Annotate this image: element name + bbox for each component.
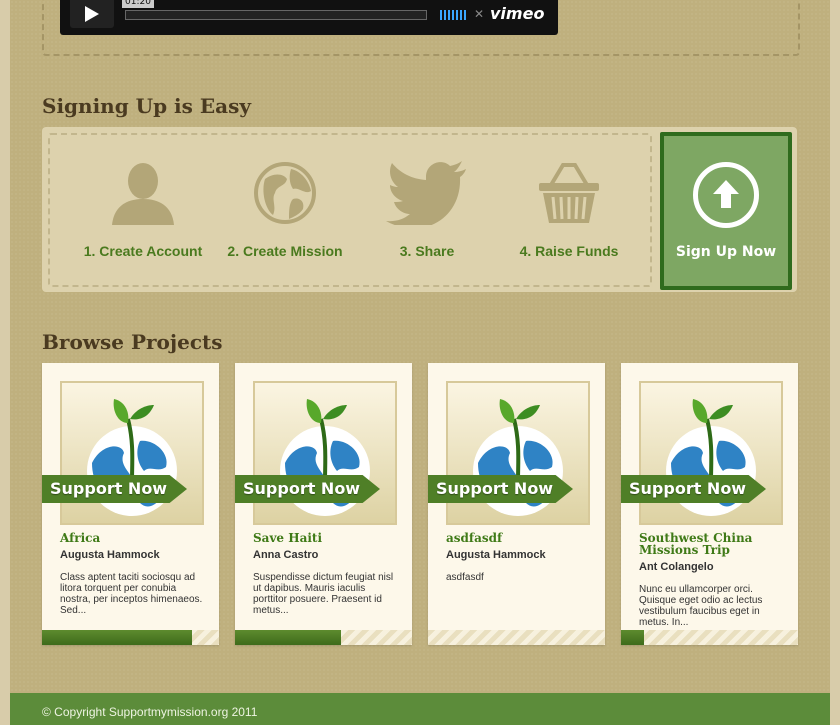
project-description: asdfasdf [446, 572, 484, 583]
support-now-label: Support Now [243, 479, 361, 498]
step-label: 3. Share [399, 243, 455, 259]
video-time: 01:20 [122, 0, 154, 8]
support-now-button[interactable]: Support Now [42, 475, 187, 503]
page: 01:20 ✕ vimeo Signing Up is Easy 1. Crea… [10, 0, 830, 725]
project-title[interactable]: Southwest China Missions Trip [639, 532, 784, 556]
funding-progress-bar [235, 630, 412, 645]
support-now-label: Support Now [629, 479, 747, 498]
globe-icon [254, 162, 316, 224]
support-now-button[interactable]: Support Now [621, 475, 766, 503]
twitter-bird-icon [386, 161, 466, 225]
step-label: 4. Raise Funds [519, 243, 619, 259]
project-author: Anna Castro [253, 549, 319, 561]
project-thumbnail[interactable] [639, 381, 783, 525]
copyright-text: © Copyright Supportmymission.org 2011 [42, 705, 258, 719]
support-now-label: Support Now [436, 479, 554, 498]
vimeo-logo[interactable]: vimeo [490, 4, 544, 23]
project-description: Suspendisse dictum feugiat nisl ut dapib… [253, 572, 394, 616]
project-card[interactable]: Support Now Save Haiti Anna Castro Suspe… [235, 363, 412, 645]
project-author: Augusta Hammock [446, 549, 546, 561]
support-now-button[interactable]: Support Now [428, 475, 573, 503]
step-create-mission: 2. Create Mission [210, 135, 360, 285]
funding-progress-fill [42, 630, 193, 645]
fullscreen-icon[interactable]: ✕ [474, 7, 484, 21]
step-label: 1. Create Account [83, 243, 203, 259]
footer: © Copyright Supportmymission.org 2011 [10, 693, 830, 725]
volume-icon[interactable] [440, 10, 468, 20]
project-author: Augusta Hammock [60, 549, 160, 561]
project-title[interactable]: asdfasdf [446, 532, 591, 544]
project-thumbnail[interactable] [253, 381, 397, 525]
play-button[interactable] [70, 0, 114, 28]
funding-progress-fill [621, 630, 644, 645]
step-label: 2. Create Mission [227, 243, 343, 259]
video-player[interactable]: 01:20 ✕ vimeo [60, 0, 558, 35]
sign-up-label: Sign Up Now [675, 244, 777, 260]
project-thumbnail[interactable] [60, 381, 204, 525]
sign-up-button[interactable]: Sign Up Now [660, 132, 792, 290]
funding-progress-bar [621, 630, 798, 645]
browse-title: Browse Projects [42, 330, 223, 354]
project-card[interactable]: Support Now asdfasdf Augusta Hammock asd… [428, 363, 605, 645]
video-progress-track[interactable] [125, 10, 427, 20]
support-now-button[interactable]: Support Now [235, 475, 380, 503]
step-raise-funds: 4. Raise Funds [494, 135, 644, 285]
step-create-account: 1. Create Account [68, 135, 218, 285]
funding-progress-bar [428, 630, 605, 645]
user-icon [112, 163, 174, 225]
signup-panel: 1. Create Account 2. Create Mission 3. S… [42, 127, 797, 292]
project-description: Nunc eu ullamcorper orci. Quisque eget o… [639, 584, 763, 628]
project-title[interactable]: Save Haiti [253, 532, 398, 544]
signup-title: Signing Up is Easy [42, 94, 251, 118]
project-card[interactable]: Support Now Southwest China Missions Tri… [621, 363, 798, 645]
funding-progress-fill [235, 630, 342, 645]
step-share: 3. Share [352, 135, 502, 285]
play-icon [85, 6, 99, 22]
funding-progress-bar [42, 630, 219, 645]
project-description: Class aptent taciti sociosqu ad litora t… [60, 572, 203, 616]
project-author: Ant Colangelo [639, 561, 714, 573]
arrow-up-icon [693, 162, 759, 228]
signup-steps: 1. Create Account 2. Create Mission 3. S… [48, 133, 652, 287]
project-thumbnail[interactable] [446, 381, 590, 525]
basket-icon [539, 163, 599, 223]
project-title[interactable]: Africa [60, 532, 205, 544]
support-now-label: Support Now [50, 479, 168, 498]
project-card[interactable]: Support Now Africa Augusta Hammock Class… [42, 363, 219, 645]
